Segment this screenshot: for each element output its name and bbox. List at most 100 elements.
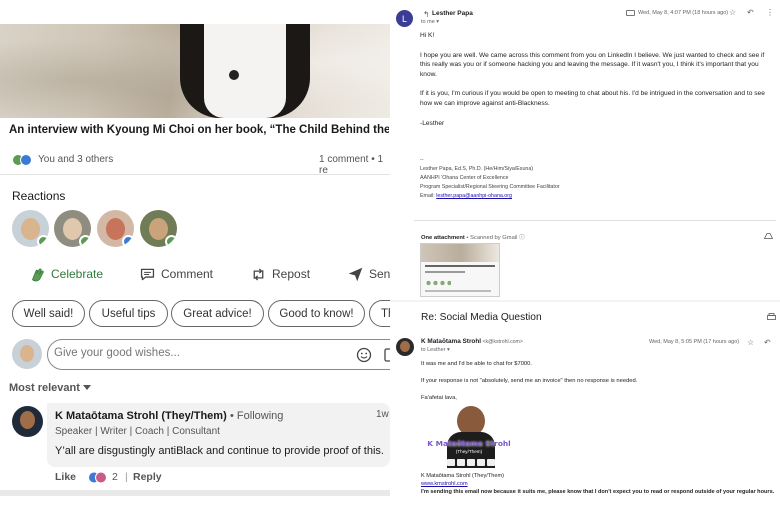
- sender-avatar[interactable]: L: [396, 10, 413, 27]
- sort-label: Most relevant: [9, 382, 80, 394]
- replied-arrow-icon: ↰: [423, 10, 430, 19]
- commenter-headline: Speaker | Writer | Coach | Consultant: [55, 426, 220, 437]
- sender-row: K Mataōtama Strohl <k@kstrohl.com>: [421, 338, 523, 345]
- caret-down-icon: [82, 385, 91, 390]
- signature-note: I'm sending this email now because it su…: [421, 489, 775, 495]
- sender-email: <k@kstrohl.com>: [481, 339, 523, 345]
- more-vert-icon[interactable]: ⋮: [766, 8, 774, 17]
- reaction-summary-text[interactable]: You and 3 others: [38, 154, 113, 165]
- attachment-heading: One attachment • Scanned by Gmail ⓘ: [421, 232, 525, 241]
- recipient-dropdown[interactable]: to me ▾: [421, 19, 439, 25]
- body-paragraph: If it is you, I'm curious if you would b…: [420, 90, 765, 107]
- linkedin-post-panel: An interview with Kyoung Mi Choi on her …: [0, 0, 390, 496]
- action-separator: |: [125, 471, 128, 483]
- sender-name[interactable]: K Mataōtama Strohl: [421, 338, 481, 345]
- reactions-heading: Reactions: [12, 189, 66, 203]
- reply-icon[interactable]: ↶: [764, 338, 771, 347]
- signature-dash: --: [420, 157, 424, 163]
- body-paragraph: Fa'afetai lava,: [421, 395, 457, 401]
- clapping-hands-icon: [32, 268, 44, 281]
- post-title[interactable]: An interview with Kyoung Mi Choi on her …: [9, 124, 389, 136]
- label-icon[interactable]: [626, 10, 635, 16]
- celebrate-badge-icon: [79, 235, 91, 247]
- sender-avatar[interactable]: [396, 338, 414, 356]
- instagram-icon: [457, 459, 465, 466]
- tiktok-icon: [477, 459, 485, 466]
- comment-reactions-icon[interactable]: [88, 471, 114, 484]
- message-body: It was me and I'd be able to chat for $7…: [421, 360, 776, 411]
- suggestion-chip[interactable]: Th: [369, 300, 390, 327]
- signature-block: -- Lesther Papa, Ed.S, Ph.D. (He/Him/Siy…: [420, 156, 720, 201]
- reactor-avatar[interactable]: [54, 210, 91, 247]
- comment-time: 1w: [376, 409, 389, 420]
- celebrate-button[interactable]: Celebrate: [29, 265, 103, 283]
- suggestion-chip[interactable]: Great advice!: [171, 300, 264, 327]
- reaction-summary-row: You and 3 others 1 comment • 1 re: [12, 152, 390, 176]
- send-button[interactable]: Send: [347, 265, 390, 283]
- comment-compose-box[interactable]: Give your good wishes...: [47, 339, 390, 370]
- signature-role: Program Specialist/Regional Steering Com…: [420, 184, 560, 190]
- banner-name: K Mataōtama Strohl: [427, 439, 511, 448]
- microphone-icon: [229, 70, 239, 80]
- suggestion-chip[interactable]: Good to know!: [268, 300, 365, 327]
- signature-name: Lesther Papa, Ed.S, Ph.D. (He/Him/Siya/E…: [420, 166, 534, 172]
- divider: [414, 220, 776, 221]
- like-reaction-icon: [20, 154, 32, 166]
- comment-text: Y’all are disgustingly antiBlack and con…: [55, 445, 384, 457]
- body-paragraph: If your response is not "absolutely, sen…: [421, 378, 638, 384]
- message-body: Hi K! I hope you are well. We came acros…: [420, 31, 775, 138]
- divider: [390, 300, 780, 302]
- attachment-thumbnail[interactable]: [420, 243, 500, 297]
- celebrate-label: Celebrate: [51, 267, 104, 281]
- message-date: Wed, May 8, 5:05 PM (17 hours ago): [649, 339, 740, 345]
- body-paragraph: Hi K!: [420, 32, 435, 39]
- signature-banner-image: K Mataōtama Strohl (They/Them): [423, 406, 515, 468]
- print-icon[interactable]: [767, 313, 776, 321]
- message-date: Wed, May 8, 4:07 PM (18 hours ago): [638, 10, 729, 16]
- gmail-message-panel: L ↰ Lesther Papa to me ▾ Wed, May 8, 4:0…: [390, 0, 780, 300]
- scanned-by-gmail[interactable]: • Scanned by Gmail ⓘ: [465, 235, 524, 241]
- social-icons: [447, 459, 495, 467]
- attachment-count: One attachment: [421, 235, 465, 241]
- comment-reply-button[interactable]: Reply: [133, 471, 162, 483]
- comment-button[interactable]: Comment: [139, 265, 213, 283]
- emoji-icon[interactable]: [356, 347, 372, 363]
- celebrate-badge-icon: [37, 235, 49, 247]
- post-video-thumbnail[interactable]: [0, 24, 390, 118]
- reactor-avatar[interactable]: [12, 210, 49, 247]
- commenter-name[interactable]: K Mataōtama Strohl (They/Them): [55, 410, 227, 422]
- signature-website-link[interactable]: www.kmstrohl.com: [421, 480, 780, 488]
- linkedin-icon: [447, 459, 455, 466]
- comment-like-button[interactable]: Like: [55, 471, 76, 483]
- signature-name: K Mataōtama Strohl (They/Them): [421, 473, 505, 479]
- comment-sort-dropdown[interactable]: Most relevant: [9, 382, 91, 394]
- suggestion-chip[interactable]: Well said!: [12, 300, 85, 327]
- banner-pronouns: (They/Them): [455, 449, 483, 454]
- current-user-avatar: [12, 339, 42, 369]
- star-icon[interactable]: ☆: [729, 8, 736, 17]
- signature-email-link[interactable]: lesther.papa@aanhpi-ohana.org: [436, 193, 512, 199]
- signature-block: K Mataōtama Strohl (They/Them) www.kmstr…: [421, 472, 780, 496]
- send-label: Send: [369, 267, 390, 281]
- repost-button[interactable]: Repost: [250, 265, 310, 283]
- body-paragraph: -Lesther: [420, 119, 445, 127]
- youtube-icon: [487, 459, 495, 466]
- reply-icon[interactable]: ↶: [747, 8, 754, 17]
- suggestion-chip[interactable]: Useful tips: [89, 300, 168, 327]
- repost-label: Repost: [272, 267, 311, 281]
- commenter-avatar[interactable]: [12, 406, 43, 437]
- recipient-dropdown[interactable]: to Lesther ▾: [421, 347, 450, 353]
- comment-count[interactable]: 1 comment • 1 re: [319, 154, 390, 176]
- reactor-avatar[interactable]: [140, 210, 177, 247]
- comment-input[interactable]: Give your good wishes...: [54, 347, 180, 359]
- email-label: Email:: [420, 193, 437, 199]
- body-paragraph: It was me and I'd be able to chat for $7…: [421, 361, 532, 367]
- star-icon[interactable]: ☆: [747, 338, 754, 347]
- sender-name[interactable]: Lesther Papa: [432, 10, 473, 17]
- comment-label: Comment: [161, 267, 214, 281]
- like-badge-icon: [122, 235, 134, 247]
- repost-icon: [253, 268, 264, 280]
- divider: [0, 174, 390, 175]
- add-to-drive-icon[interactable]: [764, 231, 773, 239]
- reactor-avatar[interactable]: [97, 210, 134, 247]
